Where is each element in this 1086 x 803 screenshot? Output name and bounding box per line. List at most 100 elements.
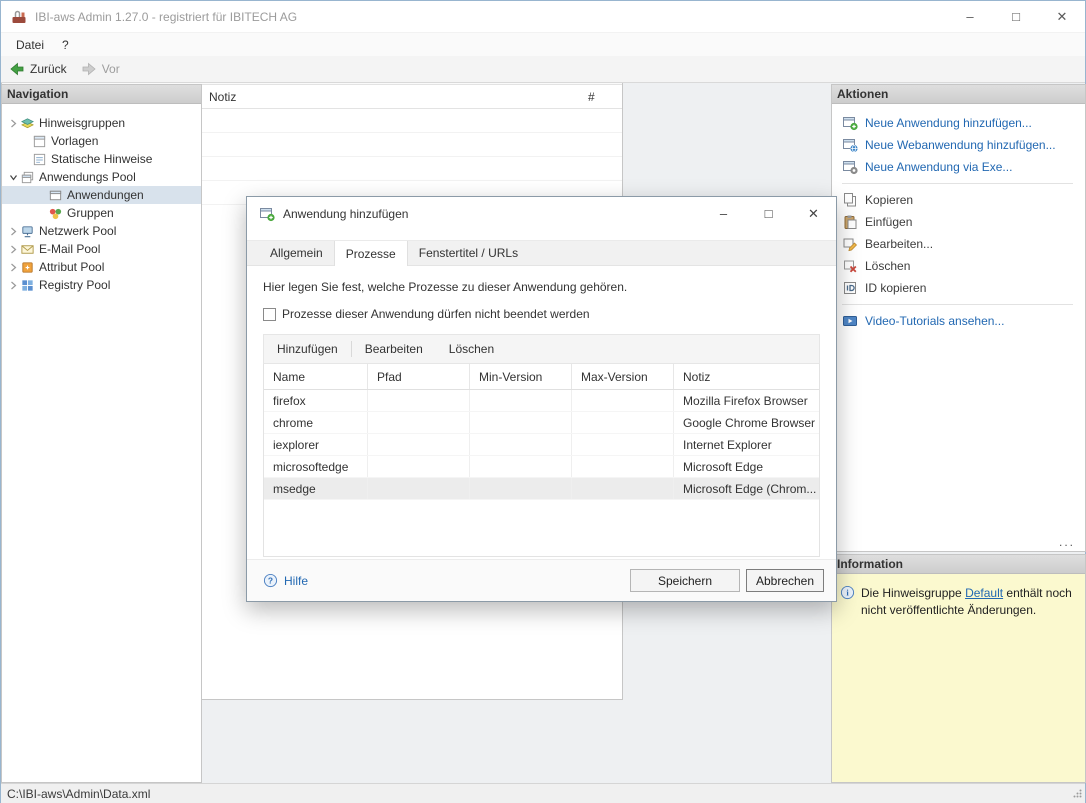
nav-item-e-mail-pool[interactable]: E-Mail Pool [2, 240, 201, 258]
dialog-titlebar[interactable]: Anwendung hinzufügen – □ ✕ [247, 197, 836, 230]
forward-label: Vor [102, 62, 120, 76]
nav-item-statische-hinweise[interactable]: Statische Hinweise [2, 150, 201, 168]
dialog-maximize-button[interactable]: □ [746, 197, 791, 230]
cell-name: msedge [264, 478, 367, 499]
cell-name: microsoftedge [264, 456, 367, 477]
chevron-down-icon[interactable] [6, 173, 20, 182]
nav-item-label: E-Mail Pool [39, 242, 100, 256]
action-neue-webanwendung-hinzuf-gen[interactable]: Neue Webanwendung hinzufügen... [832, 134, 1085, 156]
resize-grip[interactable] [1073, 787, 1082, 801]
information-body: i Die Hinweisgruppe Default enthält noch… [832, 574, 1085, 782]
groups-icon [48, 206, 63, 221]
save-button[interactable]: Speichern [630, 569, 740, 592]
no-kill-checkbox[interactable] [263, 308, 276, 321]
back-button[interactable]: Zurück [9, 61, 67, 77]
add-process-button[interactable]: Hinzufügen [264, 335, 351, 363]
dialog-close-button[interactable]: ✕ [791, 197, 836, 230]
actions-list: Neue Anwendung hinzufügen... Neue Webanwe… [832, 104, 1085, 332]
maximize-button[interactable]: □ [993, 1, 1039, 32]
process-row-iexplorer[interactable]: iexplorerInternet Explorer [264, 434, 819, 456]
chevron-right-icon[interactable] [6, 119, 20, 128]
action-l-schen[interactable]: Löschen [832, 255, 1085, 277]
nav-item-gruppen[interactable]: Gruppen [2, 204, 201, 222]
process-column-name[interactable]: Name [264, 364, 367, 389]
titlebar: IBI-aws Admin 1.27.0 - registriert für I… [1, 1, 1085, 33]
menu-datei[interactable]: Datei [7, 35, 53, 55]
action-einf-gen[interactable]: Einfügen [832, 211, 1085, 233]
app-icon [11, 9, 27, 25]
process-row-msedge[interactable]: msedgeMicrosoft Edge (Chrom... [264, 478, 819, 500]
cell-pfad [367, 456, 469, 477]
nav-item-netzwerk-pool[interactable]: Netzwerk Pool [2, 222, 201, 240]
dialog-title: Anwendung hinzufügen [283, 207, 408, 221]
dialog-tabs: AllgemeinProzesseFenstertitel / URLs [247, 240, 836, 266]
nav-item-hinweisgruppen[interactable]: Hinweisgruppen [2, 114, 201, 132]
nav-item-label: Vorlagen [51, 134, 98, 148]
minimize-button[interactable]: – [947, 1, 993, 32]
notice-groups-icon [20, 116, 35, 131]
no-kill-checkbox-label: Prozesse dieser Anwendung dürfen nicht b… [282, 307, 590, 321]
cell-notiz: Google Chrome Browser [673, 412, 819, 433]
nav-item-label: Netzwerk Pool [39, 224, 116, 238]
cell-max-version [571, 412, 673, 433]
action-label: Video-Tutorials ansehen... [865, 314, 1004, 328]
column-header-notiz[interactable]: Notiz [192, 90, 582, 104]
dialog-description: Hier legen Sie fest, welche Prozesse zu … [263, 280, 820, 294]
nav-item-label: Anwendungs Pool [39, 170, 136, 184]
action-bearbeiten[interactable]: Bearbeiten... [832, 233, 1085, 255]
forward-button[interactable]: Vor [81, 61, 120, 77]
process-row-microsoftedge[interactable]: microsoftedgeMicrosoft Edge [264, 456, 819, 478]
nav-item-label: Anwendungen [67, 188, 144, 202]
nav-item-anwendungen[interactable]: Anwendungen [2, 186, 201, 204]
menu-help[interactable]: ? [53, 35, 78, 55]
help-icon: ? [263, 573, 278, 588]
nav-item-anwendungs-pool[interactable]: Anwendungs Pool [2, 168, 201, 186]
action-video-tutorials-ansehen[interactable]: Video-Tutorials ansehen... [832, 310, 1085, 332]
cancel-button[interactable]: Abbrechen [746, 569, 824, 592]
chevron-right-icon[interactable] [6, 245, 20, 254]
chevron-right-icon[interactable] [6, 263, 20, 272]
tab-prozesse[interactable]: Prozesse [334, 241, 408, 266]
actions-divider [842, 183, 1073, 184]
nav-item-vorlagen[interactable]: Vorlagen [2, 132, 201, 150]
action-id-kopieren[interactable]: ID kopieren [832, 277, 1085, 299]
process-toolbar: Hinzufügen Bearbeiten Löschen [263, 334, 820, 364]
nav-item-attribut-pool[interactable]: Attribut Pool [2, 258, 201, 276]
action-label: Einfügen [865, 215, 912, 229]
actions-overflow[interactable]: ... [1059, 535, 1075, 549]
id-copy-icon [842, 280, 858, 296]
tab-allgemein[interactable]: Allgemein [259, 241, 334, 265]
process-table-body: firefoxMozilla Firefox BrowserchromeGoog… [264, 390, 819, 500]
chevron-right-icon[interactable] [6, 227, 20, 236]
edit-process-button[interactable]: Bearbeiten [352, 335, 436, 363]
cell-pfad [367, 478, 469, 499]
process-row-firefox[interactable]: firefoxMozilla Firefox Browser [264, 390, 819, 412]
process-column-max-version[interactable]: Max-Version [571, 364, 673, 389]
column-notiz-label: Notiz [209, 90, 236, 104]
nav-item-label: Gruppen [67, 206, 114, 220]
dialog-minimize-button[interactable]: – [701, 197, 746, 230]
action-label: Neue Anwendung hinzufügen... [865, 116, 1032, 130]
chevron-right-icon[interactable] [6, 281, 20, 290]
cell-pfad [367, 412, 469, 433]
cell-pfad [367, 434, 469, 455]
process-table: Name Pfad Min-Version Max-Version Notiz … [263, 364, 820, 557]
delete-process-button[interactable]: Löschen [436, 335, 507, 363]
action-neue-anwendung-hinzuf-gen[interactable]: Neue Anwendung hinzufügen... [832, 112, 1085, 134]
dialog-body: Hier legen Sie fest, welche Prozesse zu … [247, 280, 836, 557]
process-column-min-version[interactable]: Min-Version [469, 364, 571, 389]
nav-item-registry-pool[interactable]: Registry Pool [2, 276, 201, 294]
cell-max-version [571, 456, 673, 477]
process-row-chrome[interactable]: chromeGoogle Chrome Browser [264, 412, 819, 434]
column-header-count[interactable]: # [582, 90, 622, 104]
action-kopieren[interactable]: Kopieren [832, 189, 1085, 211]
tab-fenstertitel-urls[interactable]: Fenstertitel / URLs [408, 241, 529, 265]
action-neue-anwendung-via-exe[interactable]: Neue Anwendung via Exe... [832, 156, 1085, 178]
process-column-notiz[interactable]: Notiz [673, 364, 819, 389]
default-group-link[interactable]: Default [965, 586, 1003, 600]
navigation-toolbar: Zurück Vor [1, 56, 1085, 83]
help-link[interactable]: ? Hilfe [263, 573, 308, 588]
process-column-pfad[interactable]: Pfad [367, 364, 469, 389]
close-button[interactable]: ✕ [1039, 1, 1085, 32]
network-pool-icon [20, 224, 35, 239]
